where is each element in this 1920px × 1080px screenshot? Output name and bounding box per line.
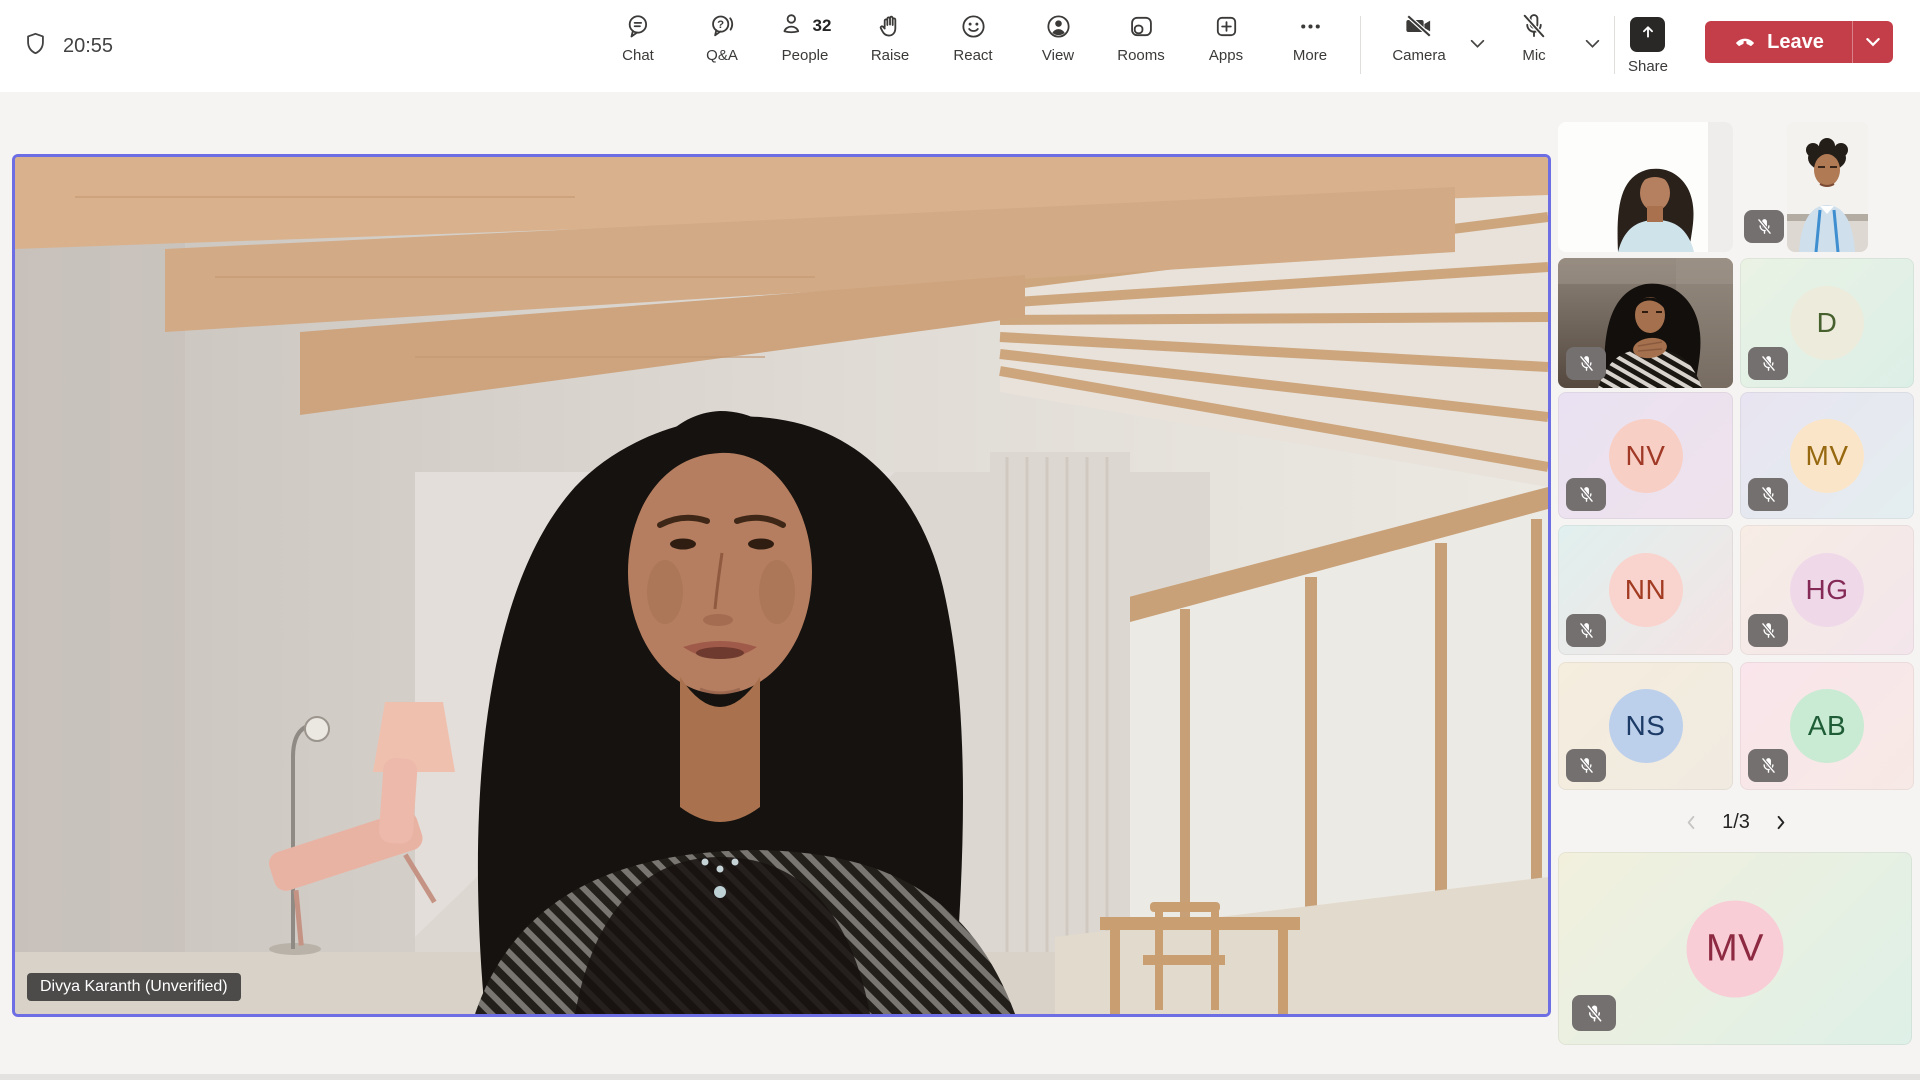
participant-video [1558, 122, 1733, 252]
mic-options-chevron[interactable] [1581, 32, 1604, 58]
leave-button[interactable]: Leave [1705, 21, 1852, 63]
leave-button-group: Leave [1705, 21, 1893, 63]
chat-button[interactable]: Chat [600, 11, 676, 83]
avatar-initials: NN [1608, 553, 1683, 627]
participant-avatar-tile[interactable]: AB [1740, 662, 1914, 790]
avatar-initials: NV [1608, 418, 1683, 493]
qa-label: Q&A [706, 47, 738, 64]
apps-button[interactable]: Apps [1188, 11, 1264, 83]
mic-off-badge [1748, 749, 1788, 782]
active-speaker-video[interactable]: Divya Karanth (Unverified) [12, 154, 1551, 1017]
meeting-timer-group: 20:55 [22, 0, 113, 92]
toolbar-divider [1614, 16, 1615, 74]
page-next-button[interactable] [1770, 812, 1791, 833]
rooms-icon [1127, 11, 1156, 41]
avatar-initials: AB [1790, 689, 1864, 763]
avatar-initials: D [1790, 286, 1864, 360]
mic-off-icon [1519, 11, 1549, 41]
avatar-initials: MV [1686, 900, 1784, 997]
raise-hand-icon [876, 11, 905, 41]
mic-off-badge [1566, 347, 1606, 380]
share-label: Share [1627, 58, 1669, 75]
leave-label: Leave [1767, 30, 1824, 53]
rooms-label: Rooms [1117, 47, 1165, 64]
view-label: View [1041, 47, 1075, 64]
qa-icon: ? [708, 11, 737, 41]
react-smiley-icon [959, 11, 988, 41]
svg-text:?: ? [717, 18, 724, 30]
rooms-button[interactable]: Rooms [1103, 11, 1179, 83]
chat-label: Chat [622, 47, 654, 64]
participant-avatar-tile[interactable]: NS [1558, 662, 1733, 790]
mic-label: Mic [1522, 47, 1546, 64]
people-button[interactable]: 32 People [760, 11, 850, 83]
avatar-initials: NS [1608, 689, 1683, 763]
participant-avatar-tile[interactable]: NV [1558, 392, 1733, 519]
share-arrow-icon [1637, 21, 1659, 48]
camera-off-icon [1404, 11, 1434, 41]
participant-avatar-tile-large[interactable]: MV [1558, 852, 1912, 1045]
mic-off-badge [1748, 614, 1788, 647]
meeting-toolbar: 20:55 Chat ? Q&A 32 People Raise React V… [0, 0, 1920, 92]
avatar-initials: HG [1790, 553, 1864, 627]
shield-icon [22, 30, 49, 62]
react-label: React [953, 47, 993, 64]
leave-options-chevron[interactable] [1853, 21, 1893, 63]
window-bottom-edge [0, 1074, 1920, 1080]
meeting-timer: 20:55 [63, 34, 114, 57]
page-previous-button[interactable] [1681, 812, 1702, 833]
participant-avatar-tile[interactable]: MV [1740, 392, 1914, 519]
speaker-video-scene [15, 157, 1548, 1014]
people-icon [779, 10, 808, 42]
mic-button[interactable]: Mic [1496, 11, 1572, 83]
participant-video [1787, 122, 1868, 252]
more-ellipsis-icon [1296, 11, 1325, 41]
chat-icon [624, 11, 653, 41]
camera-options-chevron[interactable] [1466, 32, 1489, 58]
apps-label: Apps [1208, 47, 1244, 64]
page-indicator: 1/3 [1722, 810, 1750, 833]
active-speaker-nametag: Divya Karanth (Unverified) [27, 973, 241, 1001]
view-button[interactable]: View [1020, 11, 1096, 83]
participant-avatar-tile[interactable]: D [1740, 258, 1914, 388]
mic-off-badge [1566, 478, 1606, 511]
view-icon [1044, 11, 1073, 41]
more-label: More [1292, 47, 1328, 64]
raise-hand-button[interactable]: Raise [852, 11, 928, 83]
mic-off-badge [1744, 210, 1784, 243]
avatar-initials: MV [1790, 418, 1864, 493]
mic-off-badge [1748, 347, 1788, 380]
participant-count: 32 [812, 16, 832, 35]
mic-off-badge [1566, 614, 1606, 647]
camera-label: Camera [1392, 47, 1446, 64]
participant-avatar-tile[interactable]: HG [1740, 525, 1914, 655]
hangup-phone-icon [1733, 28, 1757, 57]
qa-button[interactable]: ? Q&A [684, 11, 760, 83]
react-button[interactable]: React [935, 11, 1011, 83]
mic-off-badge [1572, 995, 1616, 1031]
people-label: People [781, 47, 829, 64]
participant-video-tile[interactable] [1558, 122, 1733, 252]
participants-sidebar: D NV MV NN HG NS AB 1/3 MV [1558, 122, 1914, 1057]
sidebar-pagination: 1/3 [1558, 805, 1914, 839]
share-button[interactable] [1630, 17, 1665, 52]
participant-video-tile[interactable] [1740, 122, 1914, 252]
raise-hand-label: Raise [870, 47, 910, 64]
mic-off-badge [1748, 478, 1788, 511]
participant-avatar-tile[interactable]: NN [1558, 525, 1733, 655]
more-button[interactable]: More [1272, 11, 1348, 83]
participant-video-tile[interactable] [1558, 258, 1733, 388]
apps-icon [1212, 11, 1241, 41]
camera-button[interactable]: Camera [1381, 11, 1457, 83]
toolbar-divider [1360, 16, 1361, 74]
mic-off-badge [1566, 749, 1606, 782]
